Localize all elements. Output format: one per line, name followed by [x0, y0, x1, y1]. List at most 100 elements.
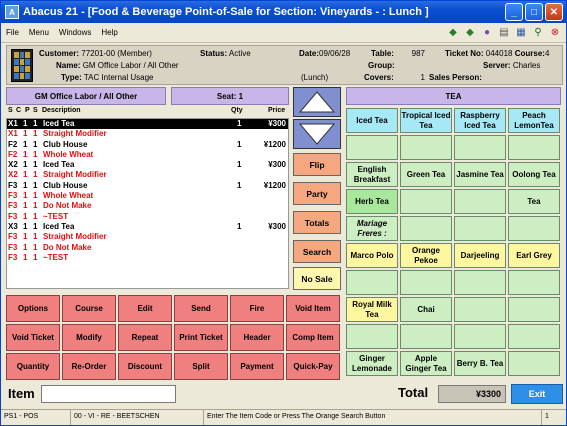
- scroll-up-button[interactable]: [293, 87, 341, 117]
- order-line[interactable]: F3 1 1 Club House 1 ¥1200: [7, 181, 288, 191]
- seat-bar[interactable]: Seat: 1: [171, 87, 289, 105]
- item-button[interactable]: Apple Ginger Tea: [400, 351, 452, 376]
- group-icon[interactable]: ●: [480, 26, 494, 40]
- item-button[interactable]: Iced Tea: [346, 108, 398, 133]
- arrow-left-icon[interactable]: ◆: [446, 26, 460, 40]
- print-ticket-button[interactable]: Print Ticket: [174, 324, 228, 351]
- payment-button[interactable]: Payment: [230, 353, 284, 380]
- item-button[interactable]: Peach LemonTea: [508, 108, 560, 133]
- order-line[interactable]: F3 1 1 Do Not Make: [7, 243, 288, 253]
- flip-button[interactable]: Flip: [293, 153, 341, 176]
- empty-item-slot[interactable]: [454, 135, 506, 160]
- line-s: 1: [23, 149, 28, 159]
- void-item-button[interactable]: Void Item: [286, 295, 340, 322]
- re-order-button[interactable]: Re-Order: [62, 353, 116, 380]
- order-line[interactable]: F3 1 1 Straight Modifier: [7, 232, 288, 242]
- empty-item-slot[interactable]: [454, 189, 506, 214]
- item-button[interactable]: Orange Pekoe: [400, 243, 452, 268]
- order-line[interactable]: X2 1 1 Iced Tea 1 ¥300: [7, 160, 288, 170]
- maximize-button[interactable]: □: [525, 3, 543, 21]
- item-button[interactable]: English Breakfast: [346, 162, 398, 187]
- empty-item-slot[interactable]: [508, 135, 560, 160]
- item-button[interactable]: Jasmine Tea: [454, 162, 506, 187]
- header-button[interactable]: Header: [230, 324, 284, 351]
- search-button[interactable]: Search: [293, 240, 341, 263]
- item-button[interactable]: Tea: [508, 189, 560, 214]
- fire-button[interactable]: Fire: [230, 295, 284, 322]
- scroll-down-button[interactable]: [293, 119, 341, 149]
- order-line[interactable]: X1 1 1 Straight Modifier: [7, 129, 288, 139]
- item-button[interactable]: Tropical Iced Tea: [400, 108, 452, 133]
- menu-file[interactable]: File: [1, 28, 24, 37]
- order-line[interactable]: F3 1 1 Do Not Make: [7, 201, 288, 211]
- empty-item-slot[interactable]: [346, 270, 398, 295]
- repeat-button[interactable]: Repeat: [118, 324, 172, 351]
- totals-button[interactable]: Totals: [293, 211, 341, 234]
- quick-pay-button[interactable]: Quick-Pay: [286, 353, 340, 380]
- order-line[interactable]: X3 1 1 Iced Tea 1 ¥300: [7, 222, 288, 232]
- item-button[interactable]: Green Tea: [400, 162, 452, 187]
- item-button[interactable]: Raspberry Iced Tea: [454, 108, 506, 133]
- stop-icon[interactable]: ⊗: [548, 26, 562, 40]
- line-qty: 1: [237, 160, 242, 170]
- empty-item-slot[interactable]: [346, 135, 398, 160]
- empty-item-slot[interactable]: [508, 216, 560, 241]
- empty-item-slot[interactable]: [454, 297, 506, 322]
- arrow-right-icon[interactable]: ◆: [463, 26, 477, 40]
- document-icon[interactable]: ▤: [497, 26, 511, 40]
- empty-item-slot[interactable]: [508, 270, 560, 295]
- comp-item-button[interactable]: Comp Item: [286, 324, 340, 351]
- menu-menu[interactable]: Menu: [24, 28, 54, 37]
- order-line[interactable]: F2 1 1 Club House 1 ¥1200: [7, 140, 288, 150]
- item-code-input[interactable]: [41, 385, 176, 403]
- item-button[interactable]: Oolong Tea: [508, 162, 560, 187]
- order-line[interactable]: F3 1 1 ~TEST: [7, 253, 288, 263]
- item-button[interactable]: Marco Polo: [346, 243, 398, 268]
- edit-button[interactable]: Edit: [118, 295, 172, 322]
- empty-item-slot[interactable]: [400, 135, 452, 160]
- menu-windows[interactable]: Windows: [54, 28, 96, 37]
- item-button[interactable]: Darjeeling: [454, 243, 506, 268]
- order-lines-list[interactable]: X1 1 1 Iced Tea 1 ¥300 X1 1 1 Straight Modifier F…: [6, 118, 289, 289]
- item-button[interactable]: Earl Grey: [508, 243, 560, 268]
- item-button[interactable]: Ginger Lemonade: [346, 351, 398, 376]
- no-sale-button[interactable]: No Sale: [293, 267, 341, 290]
- void-ticket-button[interactable]: Void Ticket: [6, 324, 60, 351]
- order-line[interactable]: F2 1 1 Whole Wheat: [7, 150, 288, 160]
- close-button[interactable]: ✕: [545, 3, 563, 21]
- minimize-button[interactable]: _: [505, 3, 523, 21]
- course-button[interactable]: Course: [62, 295, 116, 322]
- send-button[interactable]: Send: [174, 295, 228, 322]
- item-button[interactable]: Herb Tea: [346, 189, 398, 214]
- empty-item-slot[interactable]: [400, 324, 452, 349]
- item-button[interactable]: Berry B. Tea: [454, 351, 506, 376]
- item-button[interactable]: Mariage Freres :: [346, 216, 398, 241]
- discount-button[interactable]: Discount: [118, 353, 172, 380]
- options-button[interactable]: Options: [6, 295, 60, 322]
- order-line[interactable]: X1 1 1 Iced Tea 1 ¥300: [7, 119, 288, 130]
- split-button[interactable]: Split: [174, 353, 228, 380]
- empty-item-slot[interactable]: [508, 297, 560, 322]
- running-man-icon[interactable]: ⚲: [531, 26, 545, 40]
- menu-help[interactable]: Help: [96, 28, 122, 37]
- party-button[interactable]: Party: [293, 182, 341, 205]
- empty-item-slot[interactable]: [400, 270, 452, 295]
- order-line[interactable]: F3 1 1 Whole Wheat: [7, 191, 288, 201]
- exit-button[interactable]: Exit: [511, 384, 563, 404]
- empty-item-slot[interactable]: [400, 189, 452, 214]
- order-line[interactable]: F3 1 1 ~TEST: [7, 212, 288, 222]
- calculator-icon[interactable]: ▦: [514, 26, 528, 40]
- empty-item-slot[interactable]: [346, 324, 398, 349]
- empty-item-slot[interactable]: [508, 324, 560, 349]
- item-button[interactable]: Chai: [400, 297, 452, 322]
- modify-button[interactable]: Modify: [62, 324, 116, 351]
- empty-item-slot[interactable]: [400, 216, 452, 241]
- empty-item-slot[interactable]: [454, 270, 506, 295]
- empty-item-slot[interactable]: [454, 216, 506, 241]
- account-bar[interactable]: GM Office Labor / All Other: [6, 87, 166, 105]
- empty-item-slot[interactable]: [454, 324, 506, 349]
- empty-item-slot[interactable]: [508, 351, 560, 376]
- quantity-button[interactable]: Quantity: [6, 353, 60, 380]
- item-button[interactable]: Royal Milk Tea: [346, 297, 398, 322]
- order-line[interactable]: X2 1 1 Straight Modifier: [7, 170, 288, 180]
